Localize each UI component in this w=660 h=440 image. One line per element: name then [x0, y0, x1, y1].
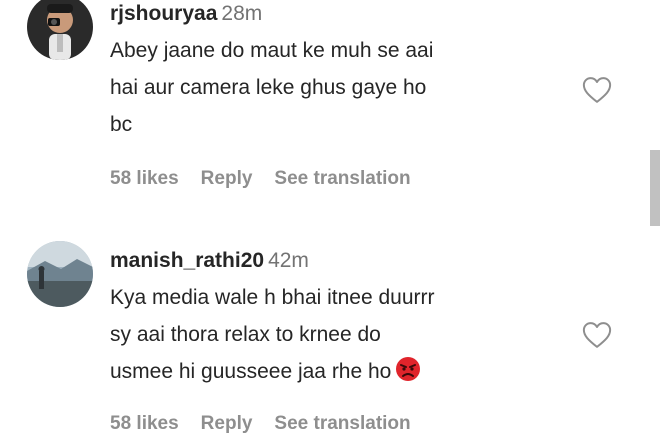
comment-text-line-content: usmee hi guusseee jaa rhe ho [110, 360, 392, 383]
scrollbar-thumb[interactable] [650, 150, 660, 226]
comment-time: 42m [268, 249, 309, 272]
comment-header: manish_rathi20 42m [110, 247, 560, 275]
username[interactable]: manish_rathi20 [110, 249, 264, 272]
comments-panel: rjshouryaa 28m Abey jaane do maut ke muh … [0, 0, 660, 440]
username[interactable]: rjshouryaa [110, 2, 217, 25]
comment-text-line: Abey jaane do maut ke muh se aai [110, 39, 434, 62]
reply-button[interactable]: Reply [201, 168, 253, 189]
reply-button[interactable]: Reply [201, 413, 253, 434]
comment-text-line: hai aur camera leke ghus gaye ho [110, 76, 427, 99]
avatar[interactable] [27, 241, 93, 307]
angry-face-emoji-icon [395, 356, 421, 382]
comment-text: Kya media wale h bhai itnee duurrr sy aa… [110, 279, 560, 390]
heart-outline-icon[interactable] [582, 321, 612, 349]
likes-count[interactable]: 58 likes [110, 413, 179, 434]
comment-header: rjshouryaa 28m [110, 0, 560, 28]
comment-text-line: sy aai thora relax to krnee do [110, 323, 381, 346]
comment-text-line: usmee hi guusseee jaa rhe ho [110, 353, 560, 390]
comment-actions: 58 likes Reply See translation [110, 168, 433, 190]
likes-count[interactable]: 58 likes [110, 168, 179, 189]
comment-time: 28m [221, 2, 263, 25]
heart-outline-icon[interactable] [582, 76, 612, 104]
avatar[interactable] [27, 0, 93, 60]
comment-body: manish_rathi20 42m Kya media wale h bhai … [110, 247, 560, 390]
see-translation-button[interactable]: See translation [274, 413, 410, 434]
comment-actions: 58 likes Reply See translation [110, 413, 433, 435]
comment-text-line: Kya media wale h bhai itnee duurrr [110, 286, 435, 309]
comment-text: Abey jaane do maut ke muh se aai hai aur… [110, 32, 560, 143]
comment-text-line: bc [110, 113, 133, 136]
comment-body: rjshouryaa 28m Abey jaane do maut ke muh … [110, 0, 560, 143]
landscape-person-avatar-icon [27, 241, 93, 307]
see-translation-button[interactable]: See translation [274, 168, 410, 189]
person-with-camera-avatar-icon [27, 0, 93, 60]
